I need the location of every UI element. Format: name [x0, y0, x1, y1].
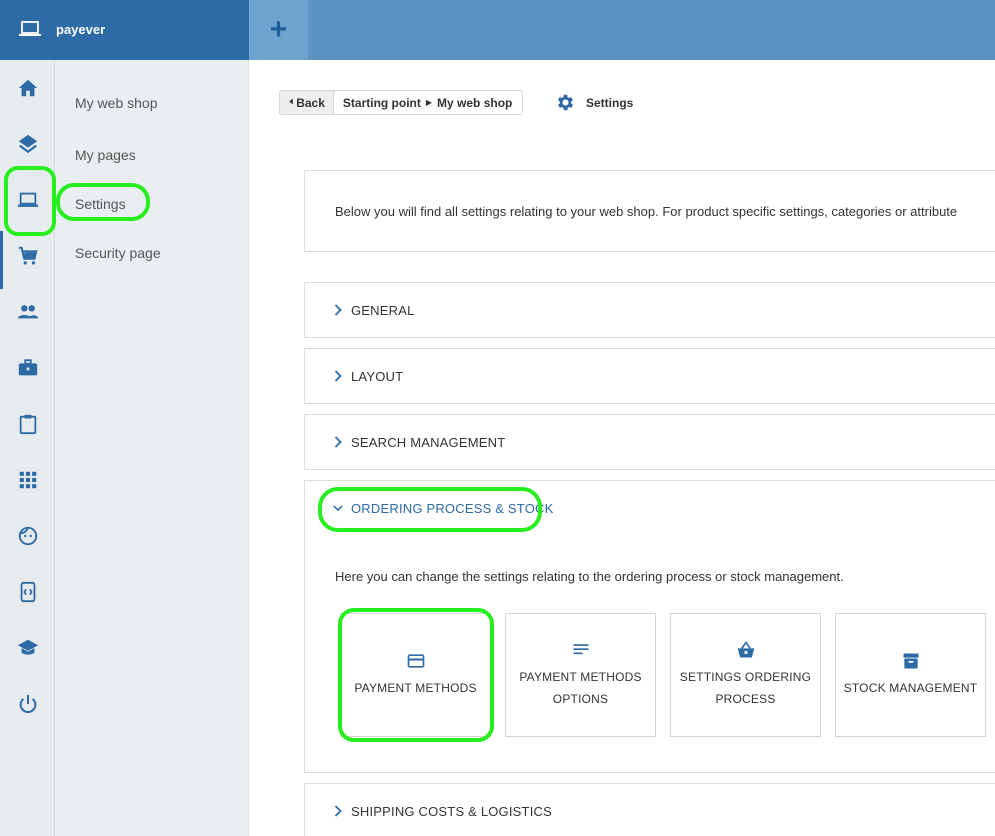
- section-label: GENERAL: [351, 302, 415, 318]
- section-header-shipping-costs-logistics[interactable]: SHIPPING COSTS & LOGISTICS: [305, 784, 995, 836]
- section-label: SHIPPING COSTS & LOGISTICS: [351, 803, 552, 819]
- breadcrumb: 🢐 Back Starting point ▶ My web shop: [279, 90, 524, 115]
- back-label: Back: [296, 95, 325, 110]
- archive-box-icon: [903, 653, 918, 669]
- section-label: LAYOUT: [351, 368, 404, 384]
- breadcrumb-item-my-web-shop[interactable]: My web shop: [437, 96, 512, 110]
- main-content: 🢐 Back Starting point ▶ My web shop Sett…: [250, 60, 995, 836]
- card-label: STOCK MANAGEMENT: [843, 681, 978, 695]
- card-payment-methods[interactable]: PAYMENT METHODS: [340, 613, 491, 737]
- laptop-icon: [19, 21, 41, 36]
- caret-right-icon: ▶: [425, 98, 433, 107]
- section-shipping-costs-logistics: SHIPPING COSTS & LOGISTICS: [304, 783, 995, 836]
- section-description: Here you can change the settings relatin…: [335, 569, 844, 584]
- cart-icon: [18, 246, 38, 265]
- rail-item-webshop[interactable]: [0, 178, 55, 222]
- section-header-ordering-process-stock[interactable]: ORDERING PROCESS & STOCK: [305, 481, 995, 535]
- card-label-line-1: SETTINGS ORDERING: [679, 670, 812, 684]
- chevron-right-icon: [334, 370, 342, 382]
- basket-icon: [737, 641, 754, 658]
- credit-card-icon: [407, 654, 424, 668]
- rail-item-layers[interactable]: [0, 122, 55, 166]
- back-button[interactable]: 🢐 Back: [280, 91, 334, 114]
- rail-item-tasks[interactable]: [0, 402, 55, 446]
- breadcrumb-item-starting-point[interactable]: Starting point: [343, 96, 421, 110]
- chevron-right-icon: [334, 805, 342, 817]
- face-icon: [18, 526, 37, 546]
- settings-cards: PAYMENT METHODS PAYMENT METHODS OPTIONS …: [340, 613, 986, 737]
- card-stock-management[interactable]: STOCK MANAGEMENT: [835, 613, 986, 737]
- section-label: ORDERING PROCESS & STOCK: [351, 500, 554, 516]
- section-layout: LAYOUT: [304, 348, 995, 404]
- page-title-text: Settings: [586, 95, 634, 110]
- section-general: GENERAL: [304, 282, 995, 338]
- briefcase-icon: [18, 359, 37, 376]
- card-settings-ordering-process[interactable]: SETTINGS ORDERING PROCESS: [670, 613, 821, 737]
- graduation-cap-icon: [17, 639, 38, 655]
- card-label: PAYMENT METHODS: [354, 681, 477, 695]
- laptop-icon: [17, 192, 38, 207]
- section-header-general[interactable]: GENERAL: [305, 283, 995, 337]
- rail-item-customer[interactable]: [0, 514, 55, 558]
- section-header-layout[interactable]: LAYOUT: [305, 349, 995, 403]
- subnav-item-security-page[interactable]: Security page: [75, 245, 161, 261]
- rail-item-apps[interactable]: [0, 458, 55, 502]
- card-label-line-1: PAYMENT METHODS: [519, 670, 642, 684]
- icon-rail: [0, 60, 55, 836]
- chevron-right-icon: [334, 436, 342, 448]
- card-label-line-2: PROCESS: [715, 692, 776, 706]
- sub-navigation: My web shop My pages Settings Security p…: [55, 60, 249, 836]
- gear-icon: [557, 94, 574, 111]
- power-icon: [19, 694, 36, 713]
- card-payment-methods-options[interactable]: PAYMENT METHODS OPTIONS: [505, 613, 656, 737]
- section-ordering-process-stock: ORDERING PROCESS & STOCK Here you can ch…: [304, 480, 995, 773]
- section-search-management: SEARCH MANAGEMENT: [304, 414, 995, 470]
- rail-item-academy[interactable]: [0, 626, 55, 670]
- chevron-down-icon: [333, 505, 343, 512]
- layers-icon: [18, 134, 37, 154]
- brand-area[interactable]: payever: [0, 0, 249, 60]
- rail-item-shop[interactable]: [0, 234, 55, 278]
- rail-item-logout[interactable]: [0, 682, 55, 726]
- rail-item-home[interactable]: [0, 66, 55, 110]
- apps-grid-icon: [19, 471, 36, 489]
- people-icon: [17, 305, 38, 319]
- rail-item-developer[interactable]: [0, 570, 55, 614]
- section-header-search-management[interactable]: SEARCH MANAGEMENT: [305, 415, 995, 469]
- section-label: SEARCH MANAGEMENT: [351, 434, 506, 450]
- top-bar: payever +: [0, 0, 995, 60]
- chevron-right-icon: [334, 304, 342, 316]
- subnav-item-settings[interactable]: Settings: [75, 196, 126, 212]
- subnav-item-my-pages[interactable]: My pages: [75, 147, 136, 163]
- brand-name: payever: [56, 22, 106, 37]
- subnav-item-my-web-shop[interactable]: My web shop: [75, 95, 157, 111]
- clipboard-icon: [19, 414, 36, 435]
- add-button[interactable]: +: [249, 0, 308, 60]
- intro-text: Below you will find all settings relatin…: [335, 203, 958, 219]
- page-title: Settings: [555, 92, 633, 113]
- rail-item-business[interactable]: [0, 346, 55, 390]
- code-device-icon: [20, 581, 35, 603]
- text-lines-icon: [573, 644, 588, 655]
- breadcrumb-path: Starting point ▶ My web shop: [334, 91, 523, 114]
- arrow-left-icon: 🢐: [289, 96, 294, 108]
- rail-item-contacts[interactable]: [0, 290, 55, 334]
- card-label-line-2: OPTIONS: [552, 692, 609, 706]
- home-icon: [18, 79, 37, 97]
- intro-box: Below you will find all settings relatin…: [304, 170, 995, 252]
